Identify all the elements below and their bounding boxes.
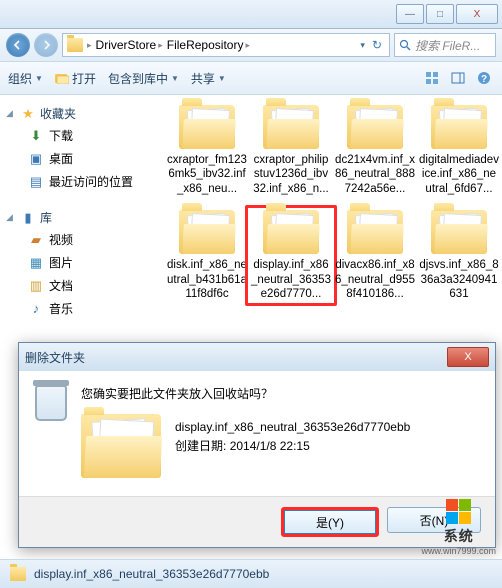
download-icon: ⬇ — [28, 128, 44, 144]
music-icon: ♪ — [28, 301, 44, 317]
sidebar-item-documents[interactable]: ▥文档 — [6, 274, 156, 297]
folder-icon — [10, 567, 26, 581]
dialog-close-button[interactable]: X — [447, 347, 489, 367]
toolbar-organize[interactable]: 组织 ▼ — [8, 70, 43, 87]
svg-text:?: ? — [481, 74, 487, 85]
documents-icon: ▥ — [28, 278, 44, 294]
sidebar-item-videos[interactable]: ▰视频 — [6, 228, 156, 251]
preview-pane-button[interactable] — [448, 68, 468, 88]
help-button[interactable]: ? — [474, 68, 494, 88]
watermark: 系统 www.win7999.com — [421, 499, 496, 556]
chevron-down-icon[interactable]: ▾ — [360, 40, 365, 51]
libraries-icon: ▮ — [20, 210, 36, 226]
nav-forward-button[interactable] — [34, 33, 58, 57]
dialog-titlebar: 删除文件夹 X — [19, 343, 495, 371]
search-icon — [399, 39, 411, 51]
status-bar: display.inf_x86_neutral_36353e26d7770ebb — [0, 559, 502, 588]
toolbar-include[interactable]: 包含到库中 ▼ — [108, 70, 179, 87]
dialog-yes-button[interactable]: 是(Y) — [281, 507, 379, 537]
video-icon: ▰ — [28, 232, 44, 248]
breadcrumb-driverstore[interactable]: DriverStore ▸ — [96, 38, 163, 52]
sidebar-item-music[interactable]: ♪音乐 — [6, 297, 156, 320]
search-placeholder: 搜索 FileR... — [415, 37, 480, 54]
close-button[interactable]: X — [456, 4, 498, 24]
watermark-url: www.win7999.com — [421, 546, 496, 556]
toolbar-share[interactable]: 共享 ▼ — [191, 70, 226, 87]
toolbar-open[interactable]: 打开 — [55, 70, 96, 87]
sidebar-favorites[interactable]: ◢★收藏夹 — [6, 103, 156, 124]
folder-item[interactable]: djsvs.inf_x86_836a3a3240941631 — [418, 210, 500, 301]
folder-icon — [67, 38, 83, 52]
address-bar-row: ▸ DriverStore ▸ FileRepository ▸ ▾ ↻ 搜索 … — [0, 29, 502, 62]
dialog-title: 删除文件夹 — [25, 349, 85, 366]
folder-icon — [81, 414, 161, 478]
search-input[interactable]: 搜索 FileR... — [394, 33, 496, 57]
recycle-bin-icon — [35, 385, 67, 421]
folder-item[interactable]: digitalmediadevice.inf_x86_neutral_6fd67… — [418, 105, 500, 196]
star-icon: ★ — [20, 106, 36, 122]
pictures-icon: ▦ — [28, 255, 44, 271]
folder-item-selected[interactable]: display.inf_x86_neutral_36353e26d7770... — [245, 205, 337, 306]
folder-item[interactable]: cxraptor_philipstuv1236d_ibv32.inf_x86_n… — [250, 105, 332, 196]
refresh-button[interactable]: ↻ — [369, 38, 385, 52]
folder-item[interactable]: dc21x4vm.inf_x86_neutral_8887242a56e... — [334, 105, 416, 196]
recent-icon: ▤ — [28, 174, 44, 190]
maximize-button[interactable]: □ — [426, 4, 454, 24]
folder-item[interactable]: cxraptor_fm1236mk5_ibv32.inf_x86_neu... — [166, 105, 248, 196]
folder-item[interactable]: disk.inf_x86_neutral_b431b61a11f8df6c — [166, 210, 248, 301]
windows-logo-icon — [446, 499, 471, 524]
sidebar-item-recent[interactable]: ▤最近访问的位置 — [6, 170, 156, 193]
folder-item[interactable]: divacx86.inf_x86_neutral_d9558f410186... — [334, 210, 416, 301]
address-bar[interactable]: ▸ DriverStore ▸ FileRepository ▸ ▾ ↻ — [62, 33, 390, 57]
watermark-brand: 系统 — [421, 526, 496, 546]
window-titlebar: — □ X — [0, 0, 502, 29]
status-text: display.inf_x86_neutral_36353e26d7770ebb — [34, 567, 269, 581]
minimize-button[interactable]: — — [396, 4, 424, 24]
view-options-button[interactable] — [422, 68, 442, 88]
breadcrumb-filerepository[interactable]: FileRepository ▸ — [167, 38, 250, 52]
dialog-created-value: 2014/1/8 22:15 — [230, 439, 310, 453]
sidebar-item-desktop[interactable]: ▣桌面 — [6, 147, 156, 170]
dialog-filename: display.inf_x86_neutral_36353e26d7770ebb — [175, 418, 410, 437]
sidebar-item-downloads[interactable]: ⬇下载 — [6, 124, 156, 147]
sidebar-item-pictures[interactable]: ▦图片 — [6, 251, 156, 274]
nav-back-button[interactable] — [6, 33, 30, 57]
toolbar: 组织 ▼ 打开 包含到库中 ▼ 共享 ▼ ? — [0, 62, 502, 95]
dialog-question: 您确实要把此文件夹放入回收站吗？ — [81, 385, 479, 402]
open-icon — [55, 72, 69, 84]
sidebar-libraries[interactable]: ◢▮库 — [6, 207, 156, 228]
dialog-created-label: 创建日期: — [175, 439, 226, 453]
desktop-icon: ▣ — [28, 151, 44, 167]
